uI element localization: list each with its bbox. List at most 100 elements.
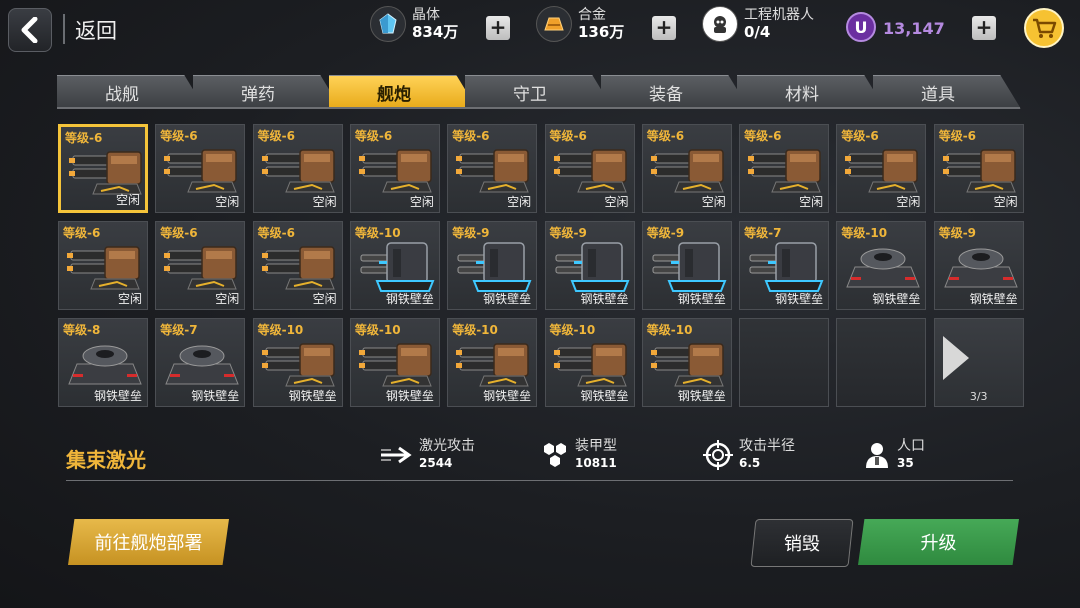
shop-cart-button[interactable]: [1024, 8, 1064, 48]
divider: [63, 14, 65, 44]
add-crystal-button[interactable]: +: [486, 16, 510, 40]
level-label: 等级-9: [549, 226, 587, 240]
chevron-left-icon: [21, 17, 38, 43]
status-label: 空闲: [993, 195, 1018, 209]
arrow-icon: [381, 446, 412, 464]
inventory-slot[interactable]: 等级-10 钢铁壁垒: [544, 318, 635, 407]
back-button[interactable]: [8, 8, 52, 52]
status-label: 钢铁壁垒: [580, 389, 629, 403]
inventory-slot[interactable]: 等级-10 钢铁壁垒: [447, 318, 538, 407]
destroy-label: 销毁: [784, 534, 820, 555]
destroy-button[interactable]: 销毁: [750, 519, 854, 567]
inventory-slot[interactable]: 等级-6 空闲: [641, 124, 732, 213]
armor-hex-icon: [544, 443, 566, 467]
inventory-slot[interactable]: 等级-6 空闲: [544, 124, 635, 213]
inventory-slot[interactable]: 等级-10 钢铁壁垒: [349, 318, 440, 407]
inventory-slot[interactable]: 等级-10 钢铁壁垒: [252, 318, 343, 407]
inventory-slot[interactable]: 等级-7 钢铁壁垒: [155, 318, 246, 407]
tab-label: 弹药: [241, 85, 275, 105]
add-alloy-button[interactable]: +: [652, 16, 676, 40]
status-label: 钢铁壁垒: [93, 389, 142, 403]
inventory-slot[interactable]: 等级-6 空闲: [252, 124, 343, 213]
status-label: 钢铁壁垒: [677, 389, 726, 403]
go-deploy-button[interactable]: 前往舰炮部署: [68, 519, 229, 565]
status-label: 空闲: [312, 292, 337, 306]
inventory-slot[interactable]: 等级-9 钢铁壁垒: [641, 221, 732, 310]
robot-label: 工程机器人: [744, 7, 814, 23]
inventory-slot[interactable]: 等级-6 空闲: [447, 124, 538, 213]
inventory-slot[interactable]: 等级-10 钢铁壁垒: [836, 221, 927, 310]
level-label: 等级-6: [257, 129, 295, 143]
status-label: 空闲: [215, 195, 240, 209]
stat-attack-label: 激光攻击: [419, 438, 475, 454]
person-icon: [866, 443, 888, 468]
selected-weapon-name: 集束激光: [66, 448, 146, 472]
tab-label: 战舰: [105, 85, 139, 105]
tab-label: 守卫: [513, 85, 547, 105]
level-label: 等级-7: [744, 226, 782, 240]
stat-range: 攻击半径 6.5: [703, 438, 795, 472]
status-label: 钢铁壁垒: [775, 292, 824, 306]
next-page-button[interactable]: 3/3: [933, 318, 1024, 407]
inventory-slot[interactable]: 等级-10 钢铁壁垒: [349, 221, 440, 310]
level-label: 等级-10: [646, 323, 693, 337]
inventory-slot[interactable]: 等级-9 钢铁壁垒: [544, 221, 635, 310]
inventory-slot[interactable]: 等级-6 空闲: [58, 124, 148, 213]
level-label: 等级-6: [257, 226, 295, 240]
add-premium-button[interactable]: +: [972, 16, 996, 40]
level-label: 等级-6: [841, 129, 879, 143]
premium-currency-value: 13,147: [883, 19, 945, 38]
robot-icon: [702, 6, 738, 42]
inventory-slot[interactable]: 等级-6 空闲: [349, 124, 440, 213]
stat-armor: 装甲型 10811: [541, 438, 617, 472]
stat-attack-value: 2544: [419, 456, 453, 470]
weapon-info-bar: 集束激光 激光攻击 2544 装甲型 10811 攻击半径 6.5 人口 35: [66, 438, 1013, 481]
stat-armor-value: 10811: [575, 456, 617, 470]
status-label: 钢铁壁垒: [385, 389, 434, 403]
robot-value: 0/4: [744, 23, 771, 41]
inventory-slot[interactable]: 等级-6 空闲: [933, 124, 1024, 213]
tab-4[interactable]: 装备: [601, 75, 749, 109]
alloy-icon: [536, 6, 572, 42]
level-label: 等级-10: [452, 323, 498, 337]
tab-3[interactable]: 守卫: [465, 75, 613, 109]
inventory-slot[interactable]: 等级-6 空闲: [836, 124, 927, 213]
inventory-slot[interactable]: 等级-10 钢铁壁垒: [641, 318, 732, 407]
tab-2[interactable]: 舰炮: [329, 75, 477, 109]
tab-label: 舰炮: [377, 85, 411, 105]
tab-5[interactable]: 材料: [737, 75, 885, 109]
upgrade-button[interactable]: 升级: [858, 519, 1019, 565]
back-label[interactable]: 返回: [75, 15, 117, 45]
level-label: 等级-6: [63, 226, 101, 240]
level-label: 等级-9: [646, 226, 685, 240]
level-label: 等级-6: [354, 129, 393, 143]
tab-6[interactable]: 道具: [873, 75, 1021, 109]
level-label: 等级-9: [452, 226, 490, 240]
status-label: 钢铁壁垒: [483, 389, 532, 403]
status-label: 钢铁壁垒: [872, 292, 921, 306]
inventory-slot[interactable]: 等级-8 钢铁壁垒: [58, 318, 148, 407]
inventory-slot[interactable]: 等级-9 钢铁壁垒: [447, 221, 538, 310]
tab-0[interactable]: 战舰: [57, 75, 205, 109]
inventory-slot[interactable]: 等级-6 空闲: [155, 124, 246, 213]
inventory-slot[interactable]: 等级-6 空闲: [252, 221, 343, 310]
inventory-slot[interactable]: 等级-6 空闲: [155, 221, 246, 310]
tab-1[interactable]: 弹药: [193, 75, 341, 109]
inventory-slot[interactable]: 等级-6 空闲: [58, 221, 148, 310]
stat-attack: 激光攻击 2544: [379, 438, 475, 472]
inventory-slot[interactable]: 等级-6 空闲: [739, 124, 830, 213]
cart-icon: [1033, 18, 1057, 38]
alloy-value: 136万: [578, 23, 625, 41]
inventory-slot[interactable]: 等级-7 钢铁壁垒: [739, 221, 830, 310]
level-label: 等级-6: [744, 129, 782, 143]
tab-label: 道具: [921, 85, 955, 105]
alloy-label: 合金: [578, 7, 606, 23]
level-label: 等级-6: [160, 226, 198, 240]
level-label: 等级-7: [160, 323, 198, 337]
inventory-slot[interactable]: 等级-9 钢铁壁垒: [933, 221, 1024, 310]
level-label: 等级-6: [549, 129, 587, 143]
stat-range-value: 6.5: [739, 456, 761, 470]
stat-population-label: 人口: [897, 438, 925, 454]
level-label: 等级-10: [354, 323, 401, 337]
level-label: 等级-10: [841, 226, 888, 240]
